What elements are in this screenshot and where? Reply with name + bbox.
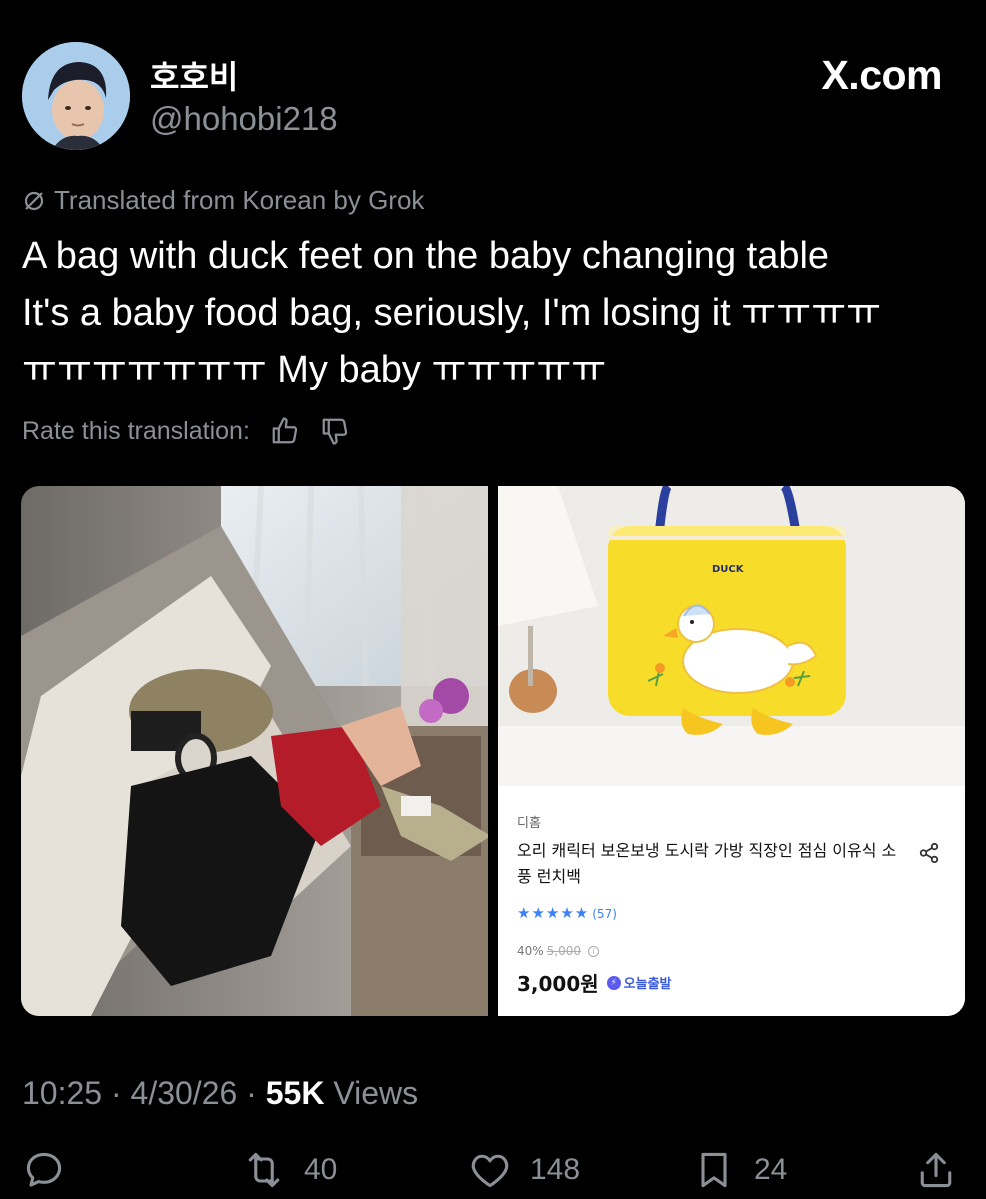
- brand-watermark: X.com: [821, 52, 942, 98]
- share-icon: [920, 1152, 952, 1188]
- retweet-button[interactable]: 40: [242, 1148, 337, 1192]
- meta-separator: ·: [246, 1075, 266, 1111]
- like-count: 148: [530, 1153, 581, 1186]
- product-discount: 40% 5,000 i: [517, 944, 599, 958]
- bookmark-count: 24: [754, 1153, 788, 1186]
- views-count: 55K: [265, 1075, 325, 1111]
- share-nodes-icon: [919, 842, 939, 864]
- product-price: 3,000원: [517, 972, 599, 996]
- tweet-line: A bag with duck feet on the baby changin…: [22, 235, 830, 277]
- rate-label: Rate this translation:: [22, 416, 250, 445]
- bag-label: DUCK: [712, 564, 745, 575]
- info-icon: i: [587, 946, 599, 957]
- retweet-count: 40: [304, 1153, 338, 1186]
- retweet-icon: [248, 1152, 280, 1188]
- lightning-icon: ⚡: [606, 975, 621, 990]
- heart-icon: [471, 1154, 509, 1188]
- rating-stars: ★★★★★: [517, 904, 590, 922]
- bookmark-icon: [701, 1152, 727, 1188]
- rate-translation: Rate this translation:: [22, 416, 350, 446]
- share-button[interactable]: [918, 842, 940, 868]
- thumbs-up-button[interactable]: [270, 416, 300, 446]
- discount-percent: 40%: [517, 944, 544, 958]
- meta-separator: ·: [110, 1075, 131, 1111]
- tweet-date[interactable]: 4/30/26: [131, 1075, 238, 1111]
- tweet-line: ㅠㅠㅠㅠㅠㅠㅠ My baby ㅠㅠㅠㅠㅠ: [22, 349, 607, 391]
- action-bar: 40 148 24: [22, 1148, 962, 1198]
- product-title: 오리 캐릭터 보온보냉 도시락 가방 직장인 점심 이유식 소풍 런치백: [517, 841, 897, 886]
- thumbs-up-icon: [272, 417, 298, 444]
- tweet-meta: 10:25 · 4/30/26 · 55K Views: [22, 1075, 418, 1112]
- duck-bag-illustration: DUCK: [498, 486, 965, 786]
- views-label: Views: [333, 1075, 419, 1111]
- original-price: 5,000: [546, 944, 582, 958]
- tweet-text: A bag with duck feet on the baby changin…: [22, 228, 967, 399]
- like-button[interactable]: 148: [468, 1148, 580, 1192]
- review-count: (57): [592, 907, 617, 921]
- translation-notice: Translated from Korean by Grok: [22, 185, 424, 216]
- shipping-badge-text: 오늘출발: [623, 977, 672, 992]
- product-seller: 디홈: [517, 816, 541, 831]
- product-rating: ★★★★★ (57): [517, 904, 617, 922]
- share-post-button[interactable]: [914, 1148, 958, 1192]
- photo-person-on-sofa[interactable]: [21, 486, 488, 1016]
- sofa-photo-illustration: [21, 486, 488, 1016]
- display-name[interactable]: 호호비: [150, 52, 238, 98]
- reply-button[interactable]: [22, 1148, 66, 1192]
- tweet-time[interactable]: 10:25: [22, 1075, 102, 1111]
- avatar-image: [22, 42, 130, 150]
- tweet-line: It's a baby food bag, seriously, I'm los…: [22, 292, 882, 334]
- reply-icon: [26, 1152, 62, 1187]
- thumbs-down-icon: [322, 418, 348, 445]
- thumbs-down-button[interactable]: [320, 416, 350, 446]
- translate-icon: [24, 191, 44, 210]
- translation-notice-text: Translated from Korean by Grok: [54, 185, 425, 215]
- bookmark-button[interactable]: 24: [692, 1148, 787, 1192]
- avatar[interactable]: [22, 42, 130, 150]
- user-handle[interactable]: @hohobi218: [150, 100, 338, 138]
- product-listing-screenshot[interactable]: DUCK 디홈 오리 캐릭터 보온보냉 도시락 가방 직장인 점심 이유식 소풍…: [498, 486, 965, 1016]
- product-price-row: 3,000원 ⚡ 오늘출발: [517, 968, 672, 997]
- product-info: 디홈 오리 캐릭터 보온보냉 도시락 가방 직장인 점심 이유식 소풍 런치백 …: [498, 786, 965, 1016]
- shipping-badge: ⚡ 오늘출발: [606, 973, 672, 992]
